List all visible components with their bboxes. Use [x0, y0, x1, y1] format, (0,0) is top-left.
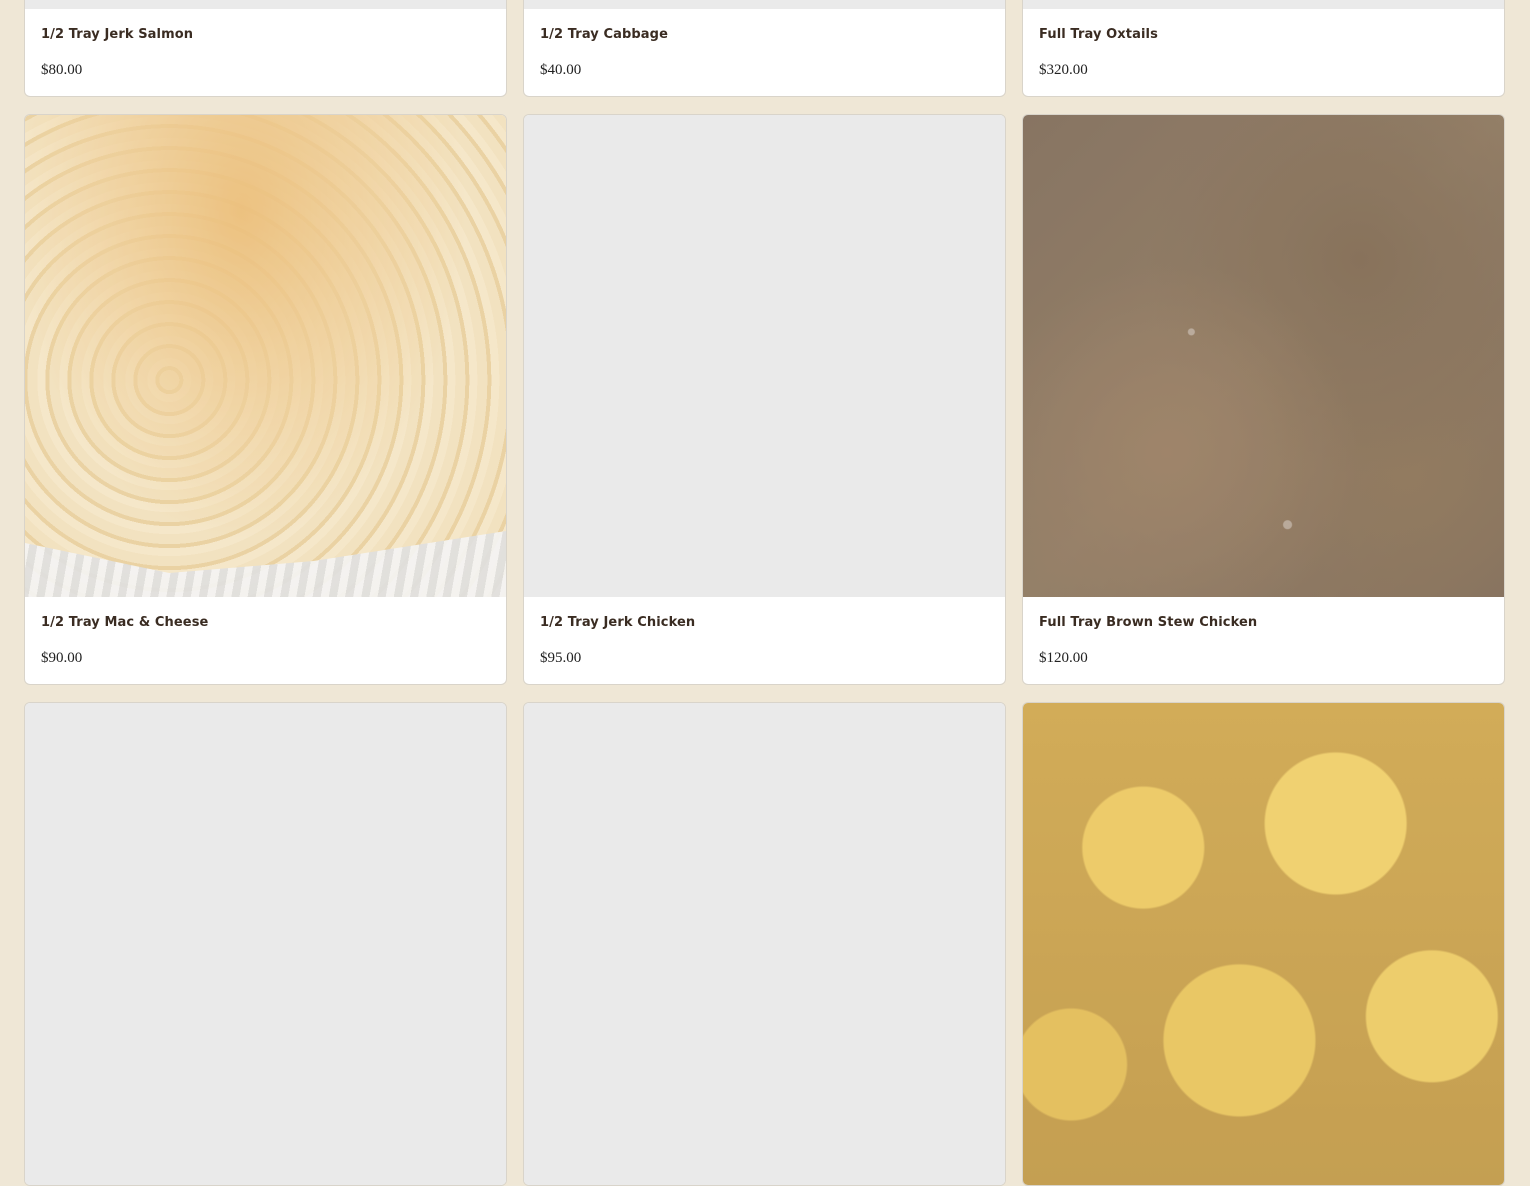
mac-and-cheese-photo[interactable]	[25, 115, 506, 597]
item-info: 1/2 Tray Cabbage $40.00	[524, 9, 1005, 96]
item-name: 1/2 Tray Jerk Chicken	[540, 615, 696, 630]
item-info: 1/2 Tray Mac & Cheese $90.00	[25, 597, 506, 684]
menu-item-card[interactable]	[1022, 702, 1505, 1186]
brown-stew-chicken-photo[interactable]	[1023, 115, 1504, 597]
item-info: 1/2 Tray Jerk Chicken $95.00	[524, 597, 1005, 684]
menu-item-card[interactable]: 1/2 Tray Jerk Chicken $95.00	[523, 114, 1006, 685]
item-price: $40.00	[540, 62, 582, 78]
menu-item-card[interactable]: 1/2 Tray Jerk Salmon $80.00	[24, 0, 507, 97]
menu-item-card[interactable]: Full Tray Brown Stew Chicken $120.00	[1022, 114, 1505, 685]
menu-item-card[interactable]: 1/2 Tray Mac & Cheese $90.00	[24, 114, 507, 685]
item-image-placeholder	[25, 0, 506, 9]
item-price: $90.00	[41, 650, 83, 666]
item-info: 1/2 Tray Jerk Salmon $80.00	[25, 9, 506, 96]
item-name: 1/2 Tray Cabbage	[540, 27, 669, 42]
item-price: $95.00	[540, 650, 582, 666]
item-image-placeholder	[524, 703, 1005, 1185]
item-name: Full Tray Brown Stew Chicken	[1039, 615, 1258, 630]
menu-item-card[interactable]	[523, 702, 1006, 1186]
item-image-placeholder	[1023, 0, 1504, 9]
item-info: Full Tray Oxtails $320.00	[1023, 9, 1504, 96]
item-price: $120.00	[1039, 650, 1088, 666]
item-image-placeholder	[25, 703, 506, 1185]
item-price: $320.00	[1039, 62, 1088, 78]
curry-shrimp-photo[interactable]	[1023, 703, 1504, 1185]
item-price: $80.00	[41, 62, 83, 78]
item-name: 1/2 Tray Jerk Salmon	[41, 27, 194, 42]
item-name: Full Tray Oxtails	[1039, 27, 1158, 42]
menu-item-card[interactable]: Full Tray Oxtails $320.00	[1022, 0, 1505, 97]
item-image-placeholder	[524, 115, 1005, 597]
item-name: 1/2 Tray Mac & Cheese	[41, 615, 209, 630]
menu-item-card[interactable]: 1/2 Tray Cabbage $40.00	[523, 0, 1006, 97]
item-image-placeholder	[524, 0, 1005, 9]
menu-grid: 1/2 Tray Jerk Salmon $80.00 1/2 Tray Cab…	[24, 0, 1506, 1186]
item-info: Full Tray Brown Stew Chicken $120.00	[1023, 597, 1504, 684]
menu-item-card[interactable]	[24, 702, 507, 1186]
